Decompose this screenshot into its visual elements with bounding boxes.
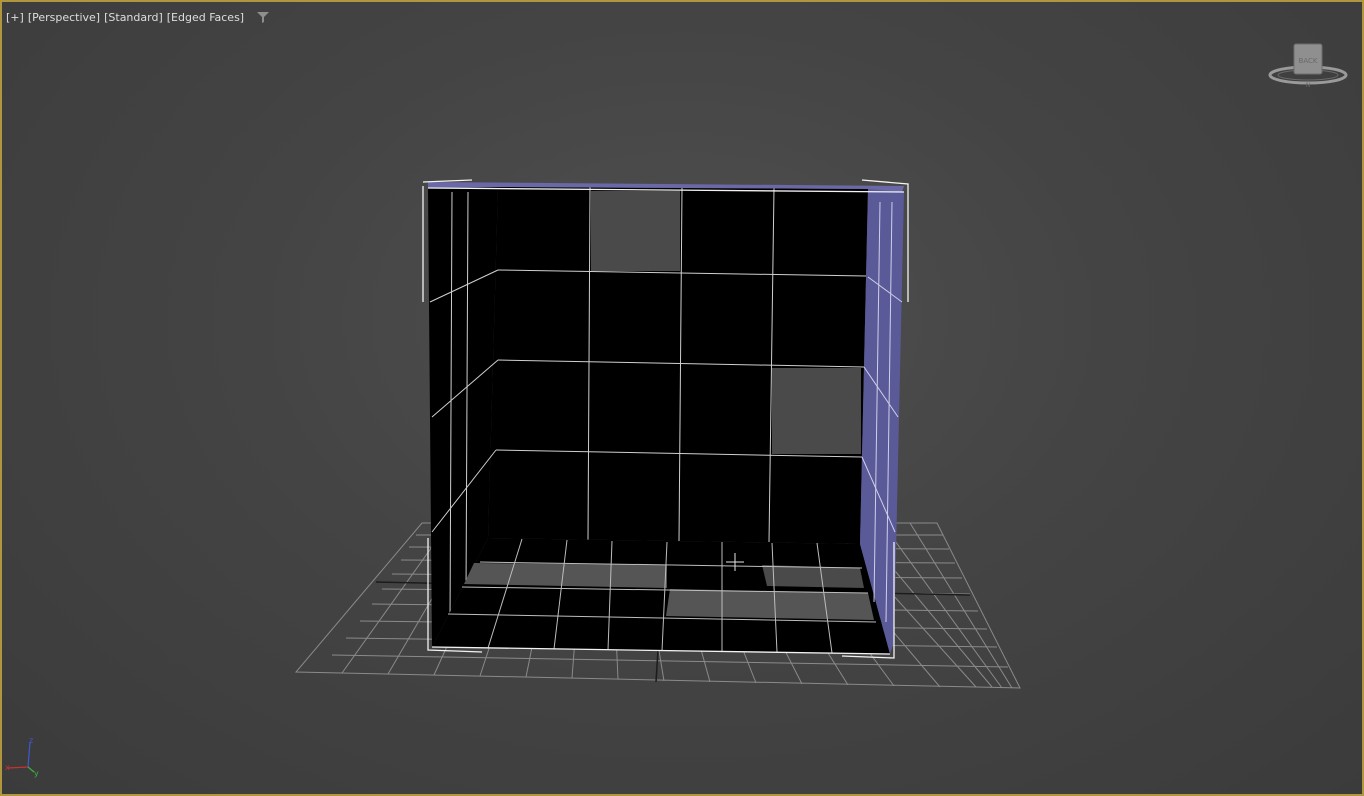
viewcube[interactable]: BACK N — [1266, 40, 1350, 90]
perspective-viewport[interactable]: [+] [Perspective] [Standard] [Edged Face… — [0, 0, 1364, 796]
viewport-display-menu[interactable]: [Edged Faces] — [167, 11, 244, 24]
viewcube-compass-label: N — [1306, 82, 1311, 89]
viewport-general-menu[interactable]: [+] — [6, 11, 24, 24]
z-axis-label: z — [29, 736, 33, 745]
room-floor[interactable] — [432, 538, 890, 654]
viewport-point-of-view-menu[interactable]: [Perspective] — [28, 11, 100, 24]
x-axis-label: x — [5, 763, 10, 772]
y-axis-label: y — [34, 769, 39, 778]
room-back-wall[interactable] — [488, 186, 868, 544]
axis-tripod: z x y — [4, 736, 44, 780]
viewport-label-menu: [+] [Perspective] [Standard] [Edged Face… — [6, 9, 270, 25]
viewport-scene[interactable] — [2, 2, 1362, 794]
filter-funnel-icon[interactable] — [256, 10, 270, 24]
z-axis — [27, 741, 31, 768]
viewport-shading-menu[interactable]: [Standard] — [104, 11, 163, 24]
viewcube-face-label: BACK — [1299, 57, 1318, 65]
viewcube-back-face[interactable]: BACK — [1293, 43, 1323, 75]
x-axis — [7, 766, 29, 769]
